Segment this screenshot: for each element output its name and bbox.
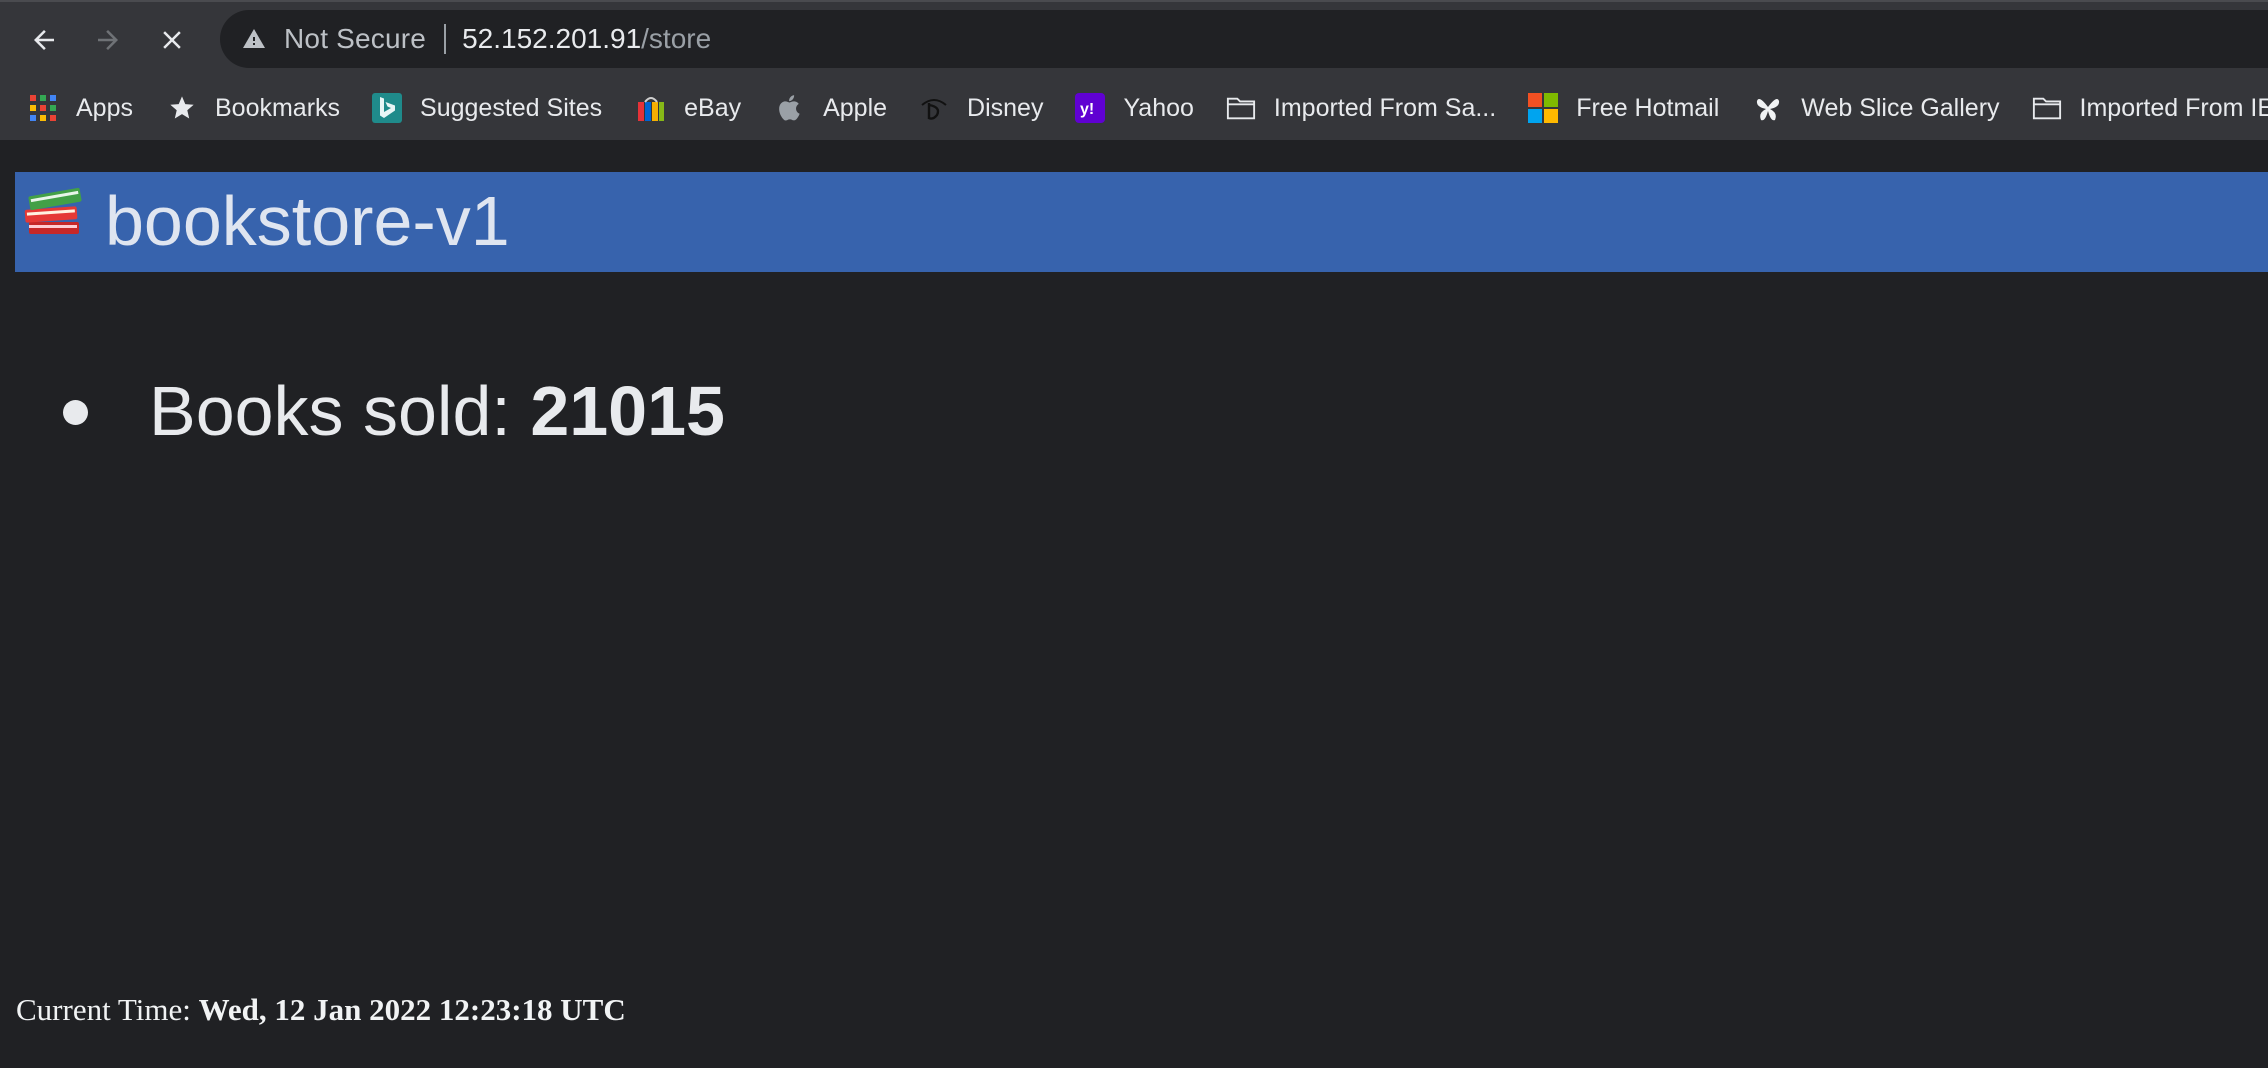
- current-time-line: Current Time: Wed, 12 Jan 2022 12:23:18 …: [16, 992, 626, 1028]
- bookmark-label: Bookmarks: [214, 93, 341, 122]
- bookmark-web-slice-gallery[interactable]: Web Slice Gallery: [1753, 76, 2000, 140]
- close-icon: [163, 31, 181, 49]
- star-icon: [167, 93, 197, 123]
- bookmark-ebay[interactable]: eBay: [636, 76, 741, 140]
- page-viewport: bookstore-v1 Books sold: 21015 Current T…: [0, 140, 2268, 1068]
- bookmark-label: Disney: [967, 93, 1044, 122]
- bookmark-disney[interactable]: Disney: [919, 76, 1043, 140]
- stop-loading-button[interactable]: [152, 20, 192, 60]
- security-status-label[interactable]: Not Secure: [284, 23, 426, 55]
- url-path[interactable]: /store: [641, 23, 711, 55]
- arrow-left-icon: [34, 30, 54, 50]
- yahoo-logo-icon: y!: [1075, 93, 1106, 123]
- bookmark-folder-imported-ie[interactable]: Imported From IE: [2032, 76, 2268, 140]
- bookmark-free-hotmail[interactable]: Free Hotmail: [1528, 76, 1719, 140]
- butterfly-icon: [1753, 93, 1783, 123]
- back-button[interactable]: [24, 20, 64, 60]
- bookmark-label: Free Hotmail: [1576, 93, 1720, 122]
- bookmark-label: Apple: [823, 93, 888, 122]
- bookmark-yahoo[interactable]: y! Yahoo: [1075, 76, 1194, 140]
- bookmark-label: Suggested Sites: [420, 93, 603, 122]
- current-time-value: Wed, 12 Jan 2022 12:23:18 UTC: [198, 992, 626, 1027]
- warning-icon[interactable]: [240, 25, 268, 53]
- svg-text:y!: y!: [1080, 101, 1094, 118]
- forward-button[interactable]: [88, 20, 128, 60]
- bing-icon: [372, 93, 403, 123]
- bookmark-bookmarks[interactable]: Bookmarks: [167, 76, 340, 140]
- address-bar[interactable]: Not Secure 52.152.201.91/store: [220, 10, 2268, 68]
- bookmark-label: Imported From IE: [2079, 93, 2268, 122]
- url-host[interactable]: 52.152.201.91: [462, 23, 641, 55]
- apple-logo-icon: [775, 93, 805, 123]
- bookmark-apple[interactable]: Apple: [775, 76, 887, 140]
- bookmark-label: Apps: [76, 93, 133, 122]
- page-title: bookstore-v1: [105, 182, 510, 260]
- bookmark-label: eBay: [684, 93, 742, 122]
- bookmark-label: Web Slice Gallery: [1801, 93, 2000, 122]
- books-sold-stat: Books sold: 21015: [149, 366, 725, 456]
- page-header-bar: bookstore-v1: [15, 172, 2268, 272]
- browser-window: Not Secure 52.152.201.91/store Apps Book…: [0, 0, 2268, 1068]
- folder-icon: [1226, 93, 1256, 123]
- disney-logo-icon: [919, 93, 949, 123]
- folder-icon: [2032, 93, 2062, 123]
- url-divider: [444, 24, 447, 54]
- books-stack-icon: [21, 180, 85, 244]
- bookmark-label: Imported From Sa...: [1273, 93, 1497, 122]
- bookmark-label: Yahoo: [1123, 93, 1194, 122]
- bookmark-apps[interactable]: Apps: [28, 76, 133, 140]
- arrow-right-icon: [98, 30, 118, 50]
- current-time-label: Current Time:: [16, 992, 199, 1027]
- browser-toolbar: Not Secure 52.152.201.91/store: [0, 0, 2268, 76]
- apps-grid-icon: [28, 93, 58, 123]
- bookmark-suggested-sites[interactable]: Suggested Sites: [372, 76, 602, 140]
- books-sold-value: 21015: [530, 372, 725, 450]
- bookmark-folder-imported-safari[interactable]: Imported From Sa...: [1226, 76, 1496, 140]
- microsoft-logo-icon: [1528, 93, 1559, 123]
- bookmarks-bar: Apps Bookmarks Suggested Sites eBay Appl…: [0, 76, 2268, 140]
- books-sold-label: Books sold:: [149, 372, 531, 450]
- ebay-icon: [636, 93, 666, 123]
- bullet-point: [63, 400, 88, 425]
